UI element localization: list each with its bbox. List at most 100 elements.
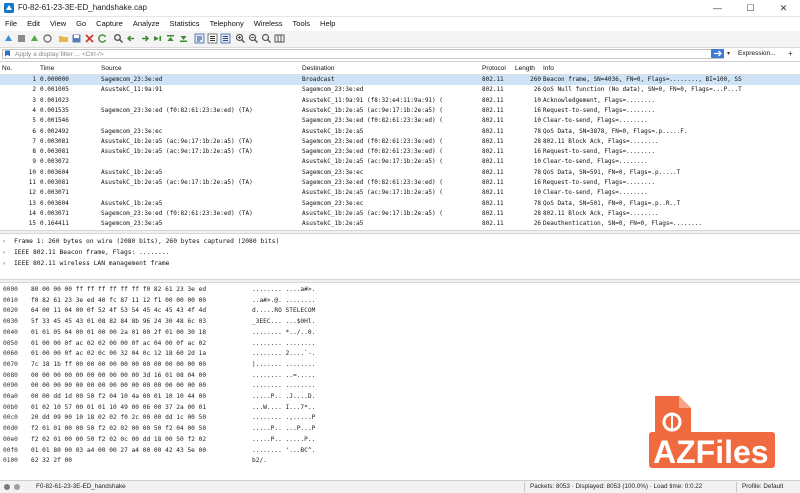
hex-row[interactable]: 0060 01 00 00 0f ac 02 0c 00 32 04 0c 12 … xyxy=(0,349,800,359)
menu-view[interactable]: View xyxy=(45,17,71,30)
go-to-packet-icon[interactable] xyxy=(152,33,163,44)
pane-splitter[interactable] xyxy=(0,279,800,283)
menu-analyze[interactable]: Analyze xyxy=(128,17,165,30)
hex-row[interactable]: 0000 80 00 00 00 ff ff ff ff ff ff f0 82 … xyxy=(0,285,800,295)
minimize-button[interactable]: — xyxy=(701,0,734,16)
detail-row-wlan-mgt[interactable]: › IEEE 802.11 wireless LAN management fr… xyxy=(0,259,800,269)
go-last-packet-icon[interactable] xyxy=(178,33,189,44)
hex-offset: 0030 xyxy=(3,318,18,326)
display-filter-input[interactable]: Apply a display filter ... <Ctrl-/> xyxy=(2,49,724,59)
menu-help[interactable]: Help xyxy=(315,17,340,30)
reload-file-icon[interactable] xyxy=(97,33,108,44)
capture-options-icon[interactable] xyxy=(42,33,53,44)
close-file-icon[interactable] xyxy=(84,33,95,44)
expand-arrow-icon[interactable]: › xyxy=(3,248,5,258)
packet-row[interactable]: 13 0.003604 AsustekC_1b:2e:a5 Sagemcom_23:3… xyxy=(0,199,800,209)
packet-row[interactable]: 3 0.001023 AsustekC_11:9a:91 (f8:32:e4:11:… xyxy=(0,96,800,106)
hex-row[interactable]: 0010 f0 82 61 23 3e ed 40 fc 87 11 12 f1 … xyxy=(0,296,800,306)
menu-capture[interactable]: Capture xyxy=(91,17,128,30)
maximize-button[interactable]: ☐ xyxy=(734,0,767,16)
menu-wireless[interactable]: Wireless xyxy=(249,17,288,30)
packet-row[interactable]: 4 0.001535 Sagemcom_23:3e:ed (f0:82:61:23:… xyxy=(0,106,800,116)
hex-bytes: 00 00 dd 1d 00 50 f2 04 10 4a 00 01 10 1… xyxy=(31,393,207,400)
filter-history-dropdown[interactable]: ▾ xyxy=(727,50,730,57)
hex-ascii: .....P.. .J....D. xyxy=(252,393,316,400)
expand-arrow-icon[interactable]: › xyxy=(3,237,5,247)
close-button[interactable]: ✕ xyxy=(767,0,800,16)
cell-length: 16 xyxy=(533,148,541,156)
resize-columns-icon[interactable] xyxy=(220,33,231,44)
restart-capture-icon[interactable] xyxy=(29,33,40,44)
pane-splitter[interactable] xyxy=(0,230,800,234)
auto-scroll-icon[interactable] xyxy=(194,33,205,44)
expression-button[interactable]: Expression... xyxy=(738,50,776,57)
hex-row[interactable]: 0050 01 00 00 0f ac 02 02 00 00 0f ac 04 … xyxy=(0,339,800,349)
filter-bookmark-icon[interactable] xyxy=(4,50,11,57)
hex-row[interactable]: 0070 7c 18 1b ff 00 00 00 00 00 00 00 00 … xyxy=(0,360,800,370)
normal-size-icon[interactable] xyxy=(261,33,272,44)
packet-details: › Frame 1: 260 bytes on wire (2080 bits)… xyxy=(0,235,800,279)
hex-offset: 00e0 xyxy=(3,435,18,443)
cell-destination: Sagemcom_23:3e:ed (f0:82:61:23:3e:ed) ( xyxy=(302,148,443,156)
menu-statistics[interactable]: Statistics xyxy=(165,17,205,30)
go-forward-icon[interactable] xyxy=(139,33,150,44)
column-destination[interactable]: Destination xyxy=(302,65,335,72)
menu-tools[interactable]: Tools xyxy=(288,17,316,30)
packet-row[interactable]: 5 0.001546 Sagemcom_23:3e:ed (f0:82:61:23:… xyxy=(0,116,800,126)
packet-row[interactable]: 7 0.003081 AsustekC_1b:2e:a5 (ac:9e:17:1b:… xyxy=(0,137,800,147)
status-profile[interactable]: Profile: Default xyxy=(742,483,783,490)
stop-capture-icon[interactable] xyxy=(16,33,27,44)
packet-row[interactable]: 11 0.003081 AsustekC_1b:2e:a5 (ac:9e:17:1b… xyxy=(0,178,800,188)
find-packet-icon[interactable] xyxy=(113,33,124,44)
hex-row[interactable]: 0030 5f 33 45 45 43 01 08 82 84 8b 96 24 … xyxy=(0,317,800,327)
packet-row[interactable]: 15 0.164411 Sagemcom_23:3e:a5 AsustekC_1b:2… xyxy=(0,219,800,229)
hex-row[interactable]: 0090 00 00 00 00 00 00 00 00 00 00 00 00 … xyxy=(0,381,800,391)
hex-offset: 0080 xyxy=(3,371,18,379)
save-file-icon[interactable] xyxy=(71,33,82,44)
cell-protocol: 802.11 xyxy=(482,137,504,145)
capture-comments-icon[interactable] xyxy=(14,484,20,490)
menu-go[interactable]: Go xyxy=(71,17,91,30)
expand-arrow-icon[interactable]: › xyxy=(3,259,5,269)
zoom-in-icon[interactable] xyxy=(235,33,246,44)
hex-row[interactable]: 0080 00 00 00 00 00 00 00 00 00 00 3d 16 … xyxy=(0,371,800,381)
column-no[interactable]: No. xyxy=(2,65,12,72)
cell-info: Clear-to-send, Flags=........ xyxy=(543,158,648,166)
menu-telephony[interactable]: Telephony xyxy=(205,17,249,30)
packet-row[interactable]: 1 0.000000 Sagemcom_23:3e:ed Broadcast 802.1… xyxy=(0,75,800,86)
detail-row-ieee80211[interactable]: › IEEE 802.11 Beacon frame, Flags: .....… xyxy=(0,248,800,258)
cell-destination: AsustekC_1b:2e:a5 (ac:9e:17:1b:2e:a5) ( xyxy=(302,158,443,166)
expert-info-icon[interactable] xyxy=(4,484,10,490)
menu-file[interactable]: File xyxy=(0,17,22,30)
menu-edit[interactable]: Edit xyxy=(22,17,45,30)
go-back-icon[interactable] xyxy=(126,33,137,44)
hex-row[interactable]: 0040 01 01 05 04 00 01 00 00 2a 01 00 2f … xyxy=(0,328,800,338)
hex-bytes: 64 00 11 04 00 0f 52 4f 53 54 45 4c 45 4… xyxy=(31,307,207,315)
colorize-icon[interactable] xyxy=(207,33,218,44)
packet-row[interactable]: 9 0.003072 AsustekC_1b:2e:a5 (ac:9e:17:1b:… xyxy=(0,157,800,167)
apply-filter-button[interactable] xyxy=(711,49,724,58)
go-first-packet-icon[interactable] xyxy=(165,33,176,44)
cell-info: Acknowledgement, Flags=........ xyxy=(543,96,655,104)
start-capture-icon[interactable] xyxy=(3,33,14,44)
packet-row[interactable]: 8 0.003081 AsustekC_1b:2e:a5 (ac:9e:17:1b:… xyxy=(0,147,800,157)
cell-info: Deauthentication, SN=0, FN=0, Flags=....… xyxy=(543,220,702,228)
packet-row[interactable]: 2 0.001005 AsustekC_11:9a:91 Sagemcom_23:3e… xyxy=(0,85,800,95)
add-filter-button[interactable]: + xyxy=(788,49,793,58)
zoom-out-icon[interactable] xyxy=(248,33,259,44)
packet-row[interactable]: 12 0.003071 AsustekC_1b:2e:a5 (ac:9e:17:1b… xyxy=(0,188,800,198)
hex-row[interactable]: 0020 64 00 11 04 00 0f 52 4f 53 54 45 4c … xyxy=(0,306,800,316)
cell-info: QoS Null function (No data), SN=0, FN=0,… xyxy=(543,86,742,94)
column-info[interactable]: Info xyxy=(543,65,554,72)
column-source[interactable]: Source xyxy=(101,65,122,72)
packet-row[interactable]: 6 0.002492 Sagemcom_23:3e:ec AsustekC_1b:2e… xyxy=(0,127,800,137)
resize-all-columns-icon[interactable] xyxy=(274,33,285,44)
column-length[interactable]: Length xyxy=(515,65,535,72)
hex-offset: 0090 xyxy=(3,382,18,390)
open-file-icon[interactable] xyxy=(58,33,69,44)
detail-row-frame[interactable]: › Frame 1: 260 bytes on wire (2080 bits)… xyxy=(0,237,800,247)
packet-row[interactable]: 14 0.003071 Sagemcom_23:3e:ed (f0:82:61:23… xyxy=(0,209,800,219)
column-time[interactable]: Time xyxy=(40,65,54,72)
packet-row[interactable]: 10 0.003604 AsustekC_1b:2e:a5 Sagemcom_23:3… xyxy=(0,168,800,178)
column-protocol[interactable]: Protocol xyxy=(482,65,506,72)
